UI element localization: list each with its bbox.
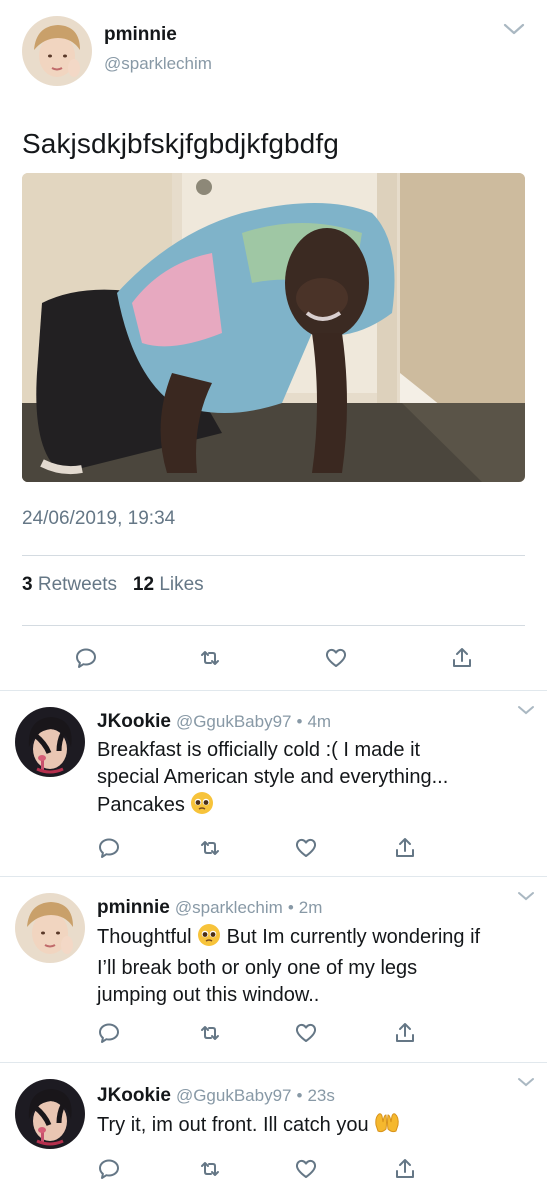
retweet-icon <box>201 841 219 855</box>
reply-author-name[interactable]: pminnie <box>97 897 170 918</box>
reply-author-handle[interactable]: @GgukBaby97 <box>176 712 292 731</box>
author-avatar[interactable] <box>22 16 92 86</box>
chevron-down-icon[interactable] <box>516 1075 536 1089</box>
heart-icon <box>325 648 347 667</box>
like-button[interactable] <box>291 833 321 863</box>
reply-time[interactable]: 4m <box>307 712 331 731</box>
reply-text: Thoughtful But Im currently wondering if… <box>97 923 537 1009</box>
reply-time[interactable]: 23s <box>307 1086 334 1105</box>
likes-label[interactable]: Likes <box>159 574 203 595</box>
like-button[interactable] <box>291 1018 321 1048</box>
share-button[interactable] <box>390 1154 420 1184</box>
share-button[interactable] <box>390 833 420 863</box>
text-line: jumping out this window.. <box>97 984 320 1006</box>
heart-icon <box>295 1023 317 1042</box>
share-icon <box>453 648 471 667</box>
reply-avatar[interactable] <box>15 707 85 777</box>
reply-avatar[interactable] <box>15 1079 85 1149</box>
reply-tweet[interactable]: JKookie @GgukBaby97 • 23s Try it, im out… <box>0 1062 547 1200</box>
text-line: I’ll break both or only one of my legs <box>97 957 418 979</box>
text-line: But Im currently wondering if <box>226 926 481 948</box>
heart-icon <box>295 1159 317 1178</box>
reply-button[interactable] <box>71 643 101 673</box>
retweets-label[interactable]: Retweets <box>38 574 117 595</box>
pleading-face-icon <box>190 791 214 823</box>
text-line: special American style and everything... <box>97 766 449 788</box>
text-line: Try it, im out front. Ill catch you <box>97 1114 369 1136</box>
reply-author-handle[interactable]: @sparklechim <box>175 898 283 917</box>
likes-count[interactable]: 12 <box>133 574 154 595</box>
retweet-icon <box>201 1026 219 1040</box>
share-icon <box>396 1023 414 1042</box>
share-button[interactable] <box>390 1018 420 1048</box>
chevron-down-icon[interactable] <box>516 889 536 903</box>
main-tweet: pminnie @sparklechim Sakjsdkjbfskjfgbdjk… <box>0 0 547 690</box>
reply-icon <box>99 1023 119 1043</box>
tweet-timestamp[interactable]: 24/06/2019, 19:34 <box>22 508 175 530</box>
reply-icon <box>99 838 119 858</box>
retweet-icon <box>201 651 219 665</box>
divider <box>22 555 525 556</box>
share-icon <box>396 838 414 857</box>
retweet-button[interactable] <box>195 1018 225 1048</box>
text-line: Breakfast is officially cold :( I made i… <box>97 739 421 761</box>
chevron-down-icon[interactable] <box>502 20 526 38</box>
reply-tweet[interactable]: JKookie @GgukBaby97 • 4m Breakfast is of… <box>0 690 547 876</box>
dot-separator: • <box>287 898 294 917</box>
retweet-button[interactable] <box>195 833 225 863</box>
like-button[interactable] <box>291 1154 321 1184</box>
like-button[interactable] <box>321 643 351 673</box>
heart-icon <box>295 838 317 857</box>
reply-author-name[interactable]: JKookie <box>97 711 171 732</box>
retweet-button[interactable] <box>195 1154 225 1184</box>
divider <box>22 625 525 626</box>
chevron-down-icon[interactable] <box>516 703 536 717</box>
reply-time[interactable]: 2m <box>299 898 323 917</box>
tweet-text: Sakjsdkjbfskjfgbdjkfgbdfg <box>22 128 339 159</box>
reply-button[interactable] <box>94 1018 124 1048</box>
reply-text: Try it, im out front. Ill catch you <box>97 1111 537 1143</box>
retweets-count[interactable]: 3 <box>22 574 33 595</box>
text-line: Pancakes <box>97 794 185 816</box>
reply-icon <box>99 1159 119 1179</box>
reply-button[interactable] <box>94 833 124 863</box>
tweet-photo[interactable] <box>22 173 525 482</box>
dot-separator: • <box>296 712 303 731</box>
open-hands-icon <box>374 1111 400 1143</box>
reply-text: Breakfast is officially cold :( I made i… <box>97 737 537 823</box>
dot-separator: • <box>296 1086 303 1105</box>
reply-button[interactable] <box>94 1154 124 1184</box>
reply-avatar[interactable] <box>15 893 85 963</box>
reply-author-name[interactable]: JKookie <box>97 1085 171 1106</box>
reply-icon <box>76 648 96 668</box>
retweet-icon <box>201 1162 219 1176</box>
pleading-face-icon <box>197 923 221 955</box>
reply-tweet[interactable]: pminnie @sparklechim • 2m Thoughtful But… <box>0 876 547 1062</box>
text-line: Thoughtful <box>97 926 192 948</box>
author-name[interactable]: pminnie <box>104 24 177 46</box>
reply-author-handle[interactable]: @GgukBaby97 <box>176 1086 292 1105</box>
tweet-stats: 3 Retweets 12 Likes <box>22 574 204 596</box>
share-icon <box>396 1159 414 1178</box>
retweet-button[interactable] <box>195 643 225 673</box>
share-button[interactable] <box>447 643 477 673</box>
author-handle[interactable]: @sparklechim <box>104 54 212 74</box>
